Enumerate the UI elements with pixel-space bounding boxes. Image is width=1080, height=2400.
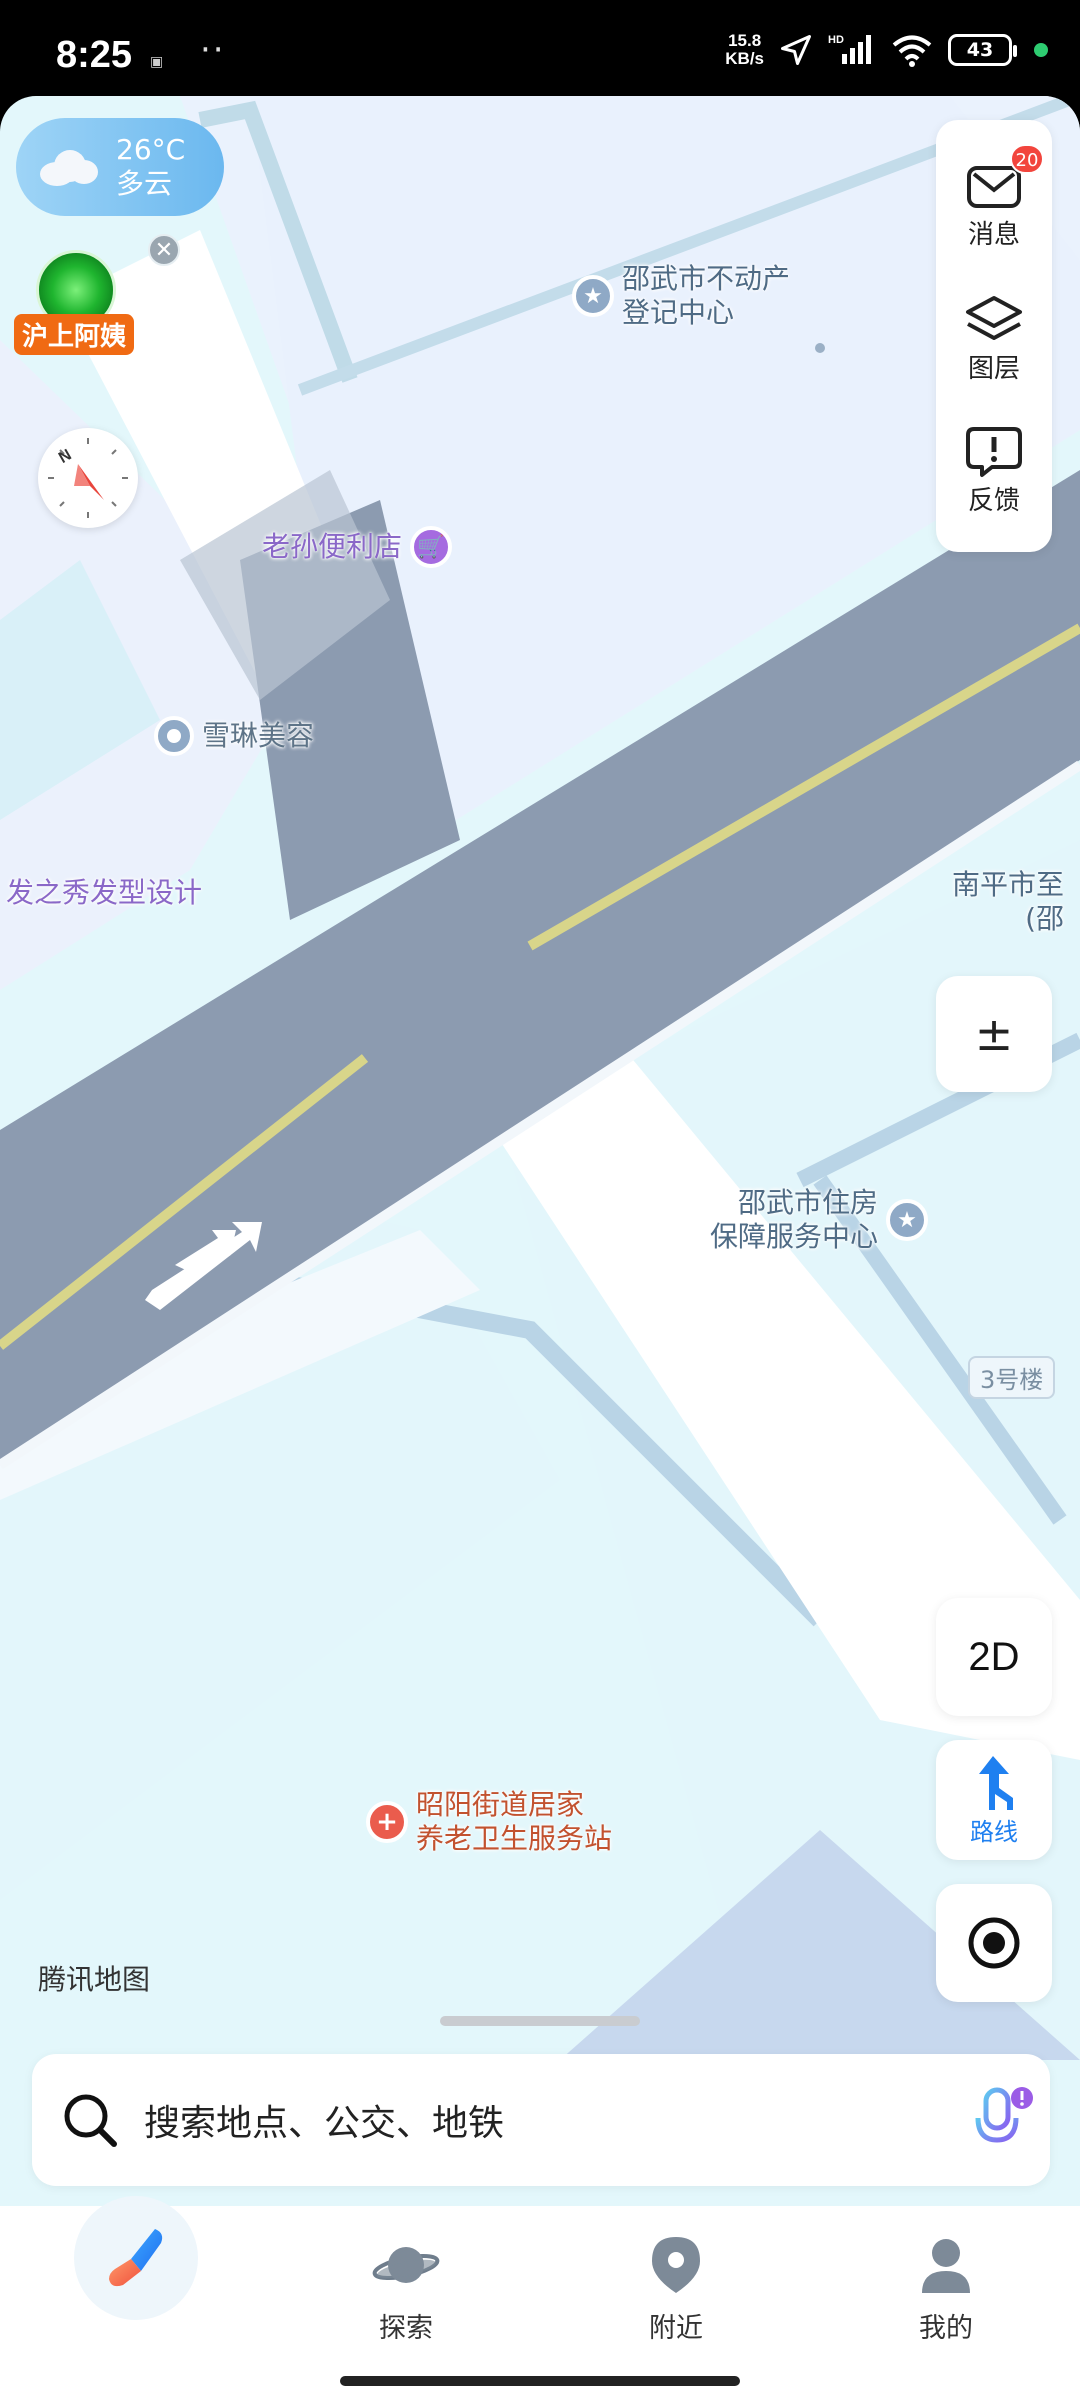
nav-explore[interactable]: 探索 bbox=[316, 2230, 496, 2345]
weather-widget[interactable]: 26°C 多云 bbox=[16, 118, 224, 216]
star-icon: ★ bbox=[572, 275, 614, 317]
feedback-button[interactable]: 反馈 bbox=[936, 424, 1052, 517]
layers-icon bbox=[966, 296, 1022, 340]
tencent-map-logo: 腾讯地图 bbox=[38, 1963, 151, 1996]
layers-button[interactable]: 图层 bbox=[936, 292, 1052, 385]
compass-logo-icon bbox=[109, 2229, 163, 2287]
star-icon: ★ bbox=[886, 1199, 929, 1241]
cloud-icon bbox=[40, 150, 98, 186]
weather-temperature: 26°C bbox=[116, 133, 186, 166]
network-speed: 15.8 KB/s bbox=[725, 31, 764, 68]
location-icon bbox=[781, 35, 811, 65]
promo-badge[interactable]: 沪上阿姨 bbox=[14, 250, 144, 360]
route-arrow-icon bbox=[979, 1755, 1013, 1810]
map-canvas bbox=[0, 96, 1080, 2060]
messages-button[interactable]: 消息 20 bbox=[936, 144, 1052, 251]
status-time: 8:25 bbox=[56, 34, 133, 76]
map-pin-icon bbox=[652, 2237, 700, 2293]
svg-text:HD: HD bbox=[828, 34, 844, 46]
close-icon[interactable]: ✕ bbox=[148, 234, 180, 266]
cart-icon: 🛒 bbox=[410, 526, 453, 568]
signal-icon: HD bbox=[828, 34, 871, 64]
map-view[interactable]: ★ 邵武市不动产 登记中心 老孙便利店 🛒 雪琳美容 发之秀发型设计 南平市至 … bbox=[0, 96, 1080, 2206]
poi-nanping[interactable]: 南平市至 (邵 bbox=[952, 868, 1064, 936]
poi-health-station[interactable]: + 昭阳街道居家 养老卫生服务站 bbox=[366, 1788, 612, 1856]
location-dot-icon bbox=[154, 716, 194, 756]
weather-condition: 多云 bbox=[116, 167, 173, 200]
drag-handle[interactable] bbox=[440, 2016, 640, 2026]
locate-icon bbox=[968, 1917, 1020, 1969]
battery-icon: 43 bbox=[948, 34, 1017, 66]
voice-search-button[interactable] bbox=[972, 2084, 1033, 2156]
poi-housing-center[interactable]: 邵武市住房 保障服务中心 ★ bbox=[710, 1186, 929, 1254]
compass-icon: N bbox=[48, 438, 128, 518]
poi-hair-salon[interactable]: 发之秀发型设计 bbox=[6, 876, 202, 910]
search-bar[interactable]: 搜索地点、公交、地铁 bbox=[32, 2054, 1050, 2186]
notification-icon: ▣ bbox=[150, 54, 164, 70]
svg-text:N: N bbox=[56, 446, 75, 467]
messages-count-badge: 20 bbox=[1010, 144, 1044, 174]
route-button[interactable]: 路线 bbox=[936, 1740, 1052, 1860]
poi-real-estate-center[interactable]: ★ 邵武市不动产 登记中心 bbox=[572, 262, 790, 330]
building-label[interactable]: 3号楼 bbox=[968, 1356, 1056, 1399]
status-icons: 15.8 KB/s HD 43 bbox=[725, 26, 1048, 74]
promo-badge-label: 沪上阿姨 bbox=[14, 314, 135, 355]
nav-home-button[interactable] bbox=[74, 2196, 198, 2320]
medical-cross-icon: + bbox=[366, 1801, 408, 1843]
wifi-icon bbox=[892, 35, 932, 67]
more-notifications-icon: ·· bbox=[200, 30, 226, 70]
gesture-bar bbox=[340, 2376, 740, 2386]
compass-button[interactable]: N bbox=[38, 428, 138, 528]
zoom-button[interactable]: ± bbox=[936, 976, 1052, 1092]
view-mode-button[interactable]: 2D bbox=[936, 1598, 1052, 1716]
poi-beauty-salon[interactable]: 雪琳美容 bbox=[154, 716, 314, 756]
poi-convenience-store[interactable]: 老孙便利店 🛒 bbox=[262, 526, 453, 568]
locate-button[interactable] bbox=[936, 1884, 1052, 2002]
microphone-icon bbox=[975, 2087, 1033, 2152]
planet-icon bbox=[372, 2247, 440, 2283]
nav-nearby[interactable]: 附近 bbox=[586, 2230, 766, 2345]
feedback-icon bbox=[966, 427, 1022, 477]
search-input[interactable]: 搜索地点、公交、地铁 bbox=[144, 2094, 504, 2146]
status-bar: 8:25 ▣ ·· 15.8 KB/s HD 43 bbox=[0, 0, 1080, 96]
search-icon bbox=[64, 2094, 117, 2147]
user-icon bbox=[922, 2239, 970, 2293]
map-tools-panel: 消息 20 图层 反馈 bbox=[936, 120, 1052, 552]
bottom-navigation: 探索 附近 我的 bbox=[0, 2196, 1080, 2400]
nav-mine[interactable]: 我的 bbox=[856, 2230, 1036, 2345]
charging-indicator bbox=[1034, 43, 1048, 57]
